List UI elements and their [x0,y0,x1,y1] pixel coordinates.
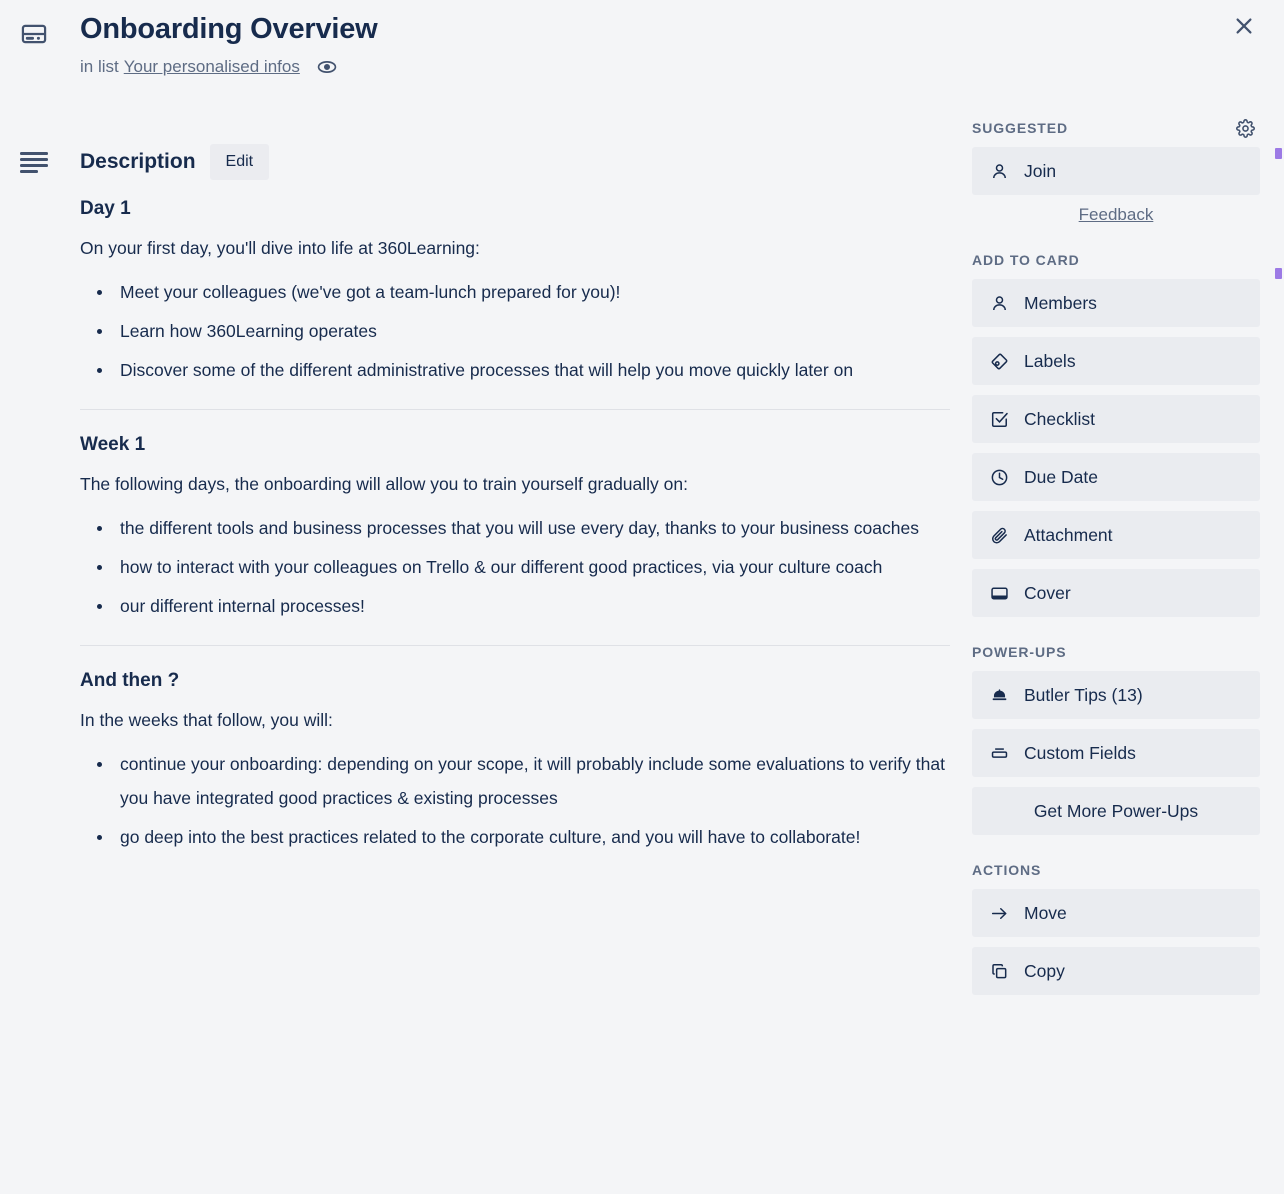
sidebar-item-due-date[interactable]: Due Date [972,453,1260,501]
sidebar-item-label: Join [1024,160,1057,181]
copy-icon [988,962,1010,981]
sidebar-item-label: Checklist [1024,408,1095,429]
section-bullet-list: continue your onboarding: depending on y… [80,747,950,854]
description-lines-icon [20,151,54,173]
page-title: Onboarding Overview [80,13,378,45]
feedback-row: Feedback [972,205,1260,225]
sidebar-item-checklist[interactable]: Checklist [972,395,1260,443]
clock-icon [988,468,1010,487]
description-block-week-1: Week 1 The following days, the onboardin… [80,434,950,623]
description-heading: Description [80,150,196,173]
description-block-day-1: Day 1 On your first day, you'll dive int… [80,198,950,387]
close-button[interactable] [1222,4,1266,48]
sidebar-heading-actions: ACTIONS [972,857,1260,883]
eye-icon[interactable] [316,56,338,78]
sidebar-heading-label: ACTIONS [972,862,1042,878]
list-item: Learn how 360Learning operates [80,314,950,348]
sidebar-item-label: Butler Tips (13) [1024,684,1143,705]
sidebar-item-butler-tips[interactable]: Butler Tips (13) [972,671,1260,719]
section-title: Day 1 [80,198,131,219]
arrow-right-icon [988,904,1010,923]
gear-icon [1235,118,1255,138]
paperclip-icon [988,526,1010,545]
description-header: Description Edit [20,140,950,184]
sidebar-group-suggested: SUGGESTED Join Feedback [972,115,1260,225]
section-title: Week 1 [80,434,146,455]
section-intro: In the weeks that follow, you will: [80,710,333,730]
card-detail-modal: Onboarding Overview in list Your persona… [0,0,1284,1194]
list-name-link[interactable]: Your personalised infos [124,56,300,78]
list-item: the different tools and business process… [80,511,950,545]
list-item: continue your onboarding: depending on y… [80,747,950,815]
tag-icon [988,352,1010,371]
sidebar-item-custom-fields[interactable]: Custom Fields [972,729,1260,777]
sidebar-item-move[interactable]: Move [972,889,1260,937]
person-icon [988,162,1010,181]
sidebar-item-label: Copy [1024,960,1065,981]
custom-fields-icon [988,744,1010,763]
sidebar-heading-power-ups: POWER-UPS [972,639,1260,665]
close-icon [1236,18,1252,34]
butler-hat-icon [988,686,1010,705]
sidebar-heading-label: POWER-UPS [972,644,1067,660]
sidebar-group-power-ups: POWER-UPS Butler Tips (13) Custom Fields… [972,639,1260,835]
sidebar-item-join[interactable]: Join [972,147,1260,195]
card-template-icon [20,20,54,53]
sidebar-item-labels[interactable]: Labels [972,337,1260,385]
get-more-power-ups-button[interactable]: Get More Power-Ups [972,787,1260,835]
description-section: Description Edit Day 1 On your first day… [20,140,950,859]
section-title: And then ? [80,670,180,691]
cover-card-icon [988,584,1010,603]
sidebar-item-label: Move [1024,902,1067,923]
sidebar-heading-add-to-card: ADD TO CARD [972,247,1260,273]
sidebar-item-copy[interactable]: Copy [972,947,1260,995]
description-block-and-then: And then ? In the weeks that follow, you… [80,670,950,854]
section-bullet-list: Meet your colleagues (we've got a team-l… [80,275,950,387]
sidebar-heading-label: SUGGESTED [972,120,1069,136]
feedback-link[interactable]: Feedback [1079,205,1154,225]
sidebar-item-label: Members [1024,292,1097,313]
sidebar-item-label: Custom Fields [1024,742,1136,763]
list-item: our different internal processes! [80,589,950,623]
section-intro: On your first day, you'll dive into life… [80,238,480,258]
card-header: Onboarding Overview in list Your persona… [20,12,1214,78]
person-icon [988,294,1010,313]
list-item: Discover some of the different administr… [80,353,950,387]
sidebar-item-members[interactable]: Members [972,279,1260,327]
list-item: Meet your colleagues (we've got a team-l… [80,275,950,309]
sidebar-group-actions: ACTIONS Move Copy [972,857,1260,995]
suggested-settings-button[interactable] [1230,113,1260,143]
scroll-marker [1275,268,1282,279]
sidebar-item-label: Labels [1024,350,1076,371]
card-sidebar: SUGGESTED Join Feedback ADD TO CARD Memb… [972,115,1260,1005]
list-item: how to interact with your colleagues on … [80,550,950,584]
section-divider [80,645,950,646]
sidebar-heading-label: ADD TO CARD [972,252,1080,268]
sidebar-group-add-to-card: ADD TO CARD Members Labels Checklist Due… [972,247,1260,617]
section-intro: The following days, the onboarding will … [80,474,688,494]
sidebar-item-attachment[interactable]: Attachment [972,511,1260,559]
card-breadcrumb: in list Your personalised infos [80,56,378,78]
section-divider [80,409,950,410]
sidebar-item-label: Attachment [1024,524,1113,545]
sidebar-item-cover[interactable]: Cover [972,569,1260,617]
sidebar-item-label: Cover [1024,582,1071,603]
scroll-marker [1275,148,1282,159]
section-bullet-list: the different tools and business process… [80,511,950,623]
list-item: go deep into the best practices related … [80,820,950,854]
in-list-label: in list [80,57,119,76]
description-body: Day 1 On your first day, you'll dive int… [20,184,950,854]
sidebar-heading-suggested: SUGGESTED [972,115,1260,141]
edit-description-button[interactable]: Edit [209,144,270,180]
checkbox-icon [988,410,1010,429]
sidebar-item-label: Due Date [1024,466,1098,487]
